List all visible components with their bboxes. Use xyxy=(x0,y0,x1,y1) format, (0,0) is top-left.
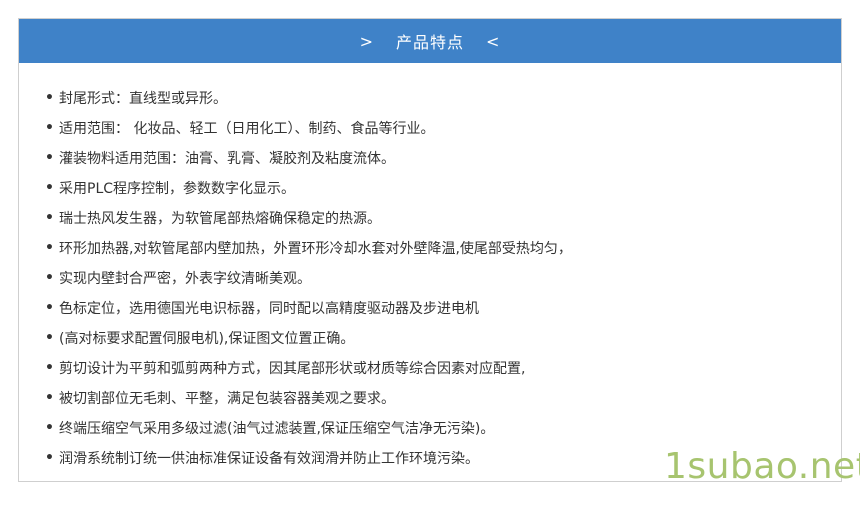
bullet-mark: • xyxy=(45,330,54,346)
feature-text: 灌装物料适用范围：油膏、乳膏、凝胶剂及粘度流体。 xyxy=(59,151,395,167)
feature-item: • 瑞士热风发生器，为软管尾部热熔确保稳定的热源。 xyxy=(45,203,572,233)
bullet-mark: • xyxy=(45,390,54,406)
bullet-mark: • xyxy=(45,270,54,286)
feature-item: • 灌装物料适用范围：油膏、乳膏、凝胶剂及粘度流体。 xyxy=(45,143,572,173)
feature-text: 剪切设计为平剪和弧剪两种方式，因其尾部形状或材质等综合因素对应配置, xyxy=(59,361,526,377)
feature-text: 色标定位，选用德国光电识标器，同时配以高精度驱动器及步进电机 xyxy=(59,301,479,317)
bullet-mark: • xyxy=(45,240,54,256)
bullet-mark: • xyxy=(45,150,54,166)
bullet-mark: • xyxy=(45,90,54,106)
header-left-arrow: > xyxy=(359,31,374,51)
bullet-mark: • xyxy=(45,360,54,376)
site-watermark: 1subao.net xyxy=(664,446,860,487)
product-features-panel: > 产品特点 < • 封尾形式：直线型或异形。 • 适用范围： 化妆品、轻工（日用化… xyxy=(18,18,842,482)
feature-item: • 环形加热器,对软管尾部内壁加热，外置环形冷却水套对外壁降温,使尾部受热均匀， xyxy=(45,233,572,263)
feature-item: • 适用范围： 化妆品、轻工（日用化工）、制药、食品等行业。 xyxy=(45,113,572,143)
feature-text: 适用范围： 化妆品、轻工（日用化工）、制药、食品等行业。 xyxy=(59,121,435,137)
bullet-mark: • xyxy=(45,300,54,316)
section-header: > 产品特点 < xyxy=(19,19,841,63)
feature-item: • 封尾形式：直线型或异形。 xyxy=(45,83,572,113)
bullet-mark: • xyxy=(45,180,54,196)
feature-text: 环形加热器,对软管尾部内壁加热，外置环形冷却水套对外壁降温,使尾部受热均匀， xyxy=(59,241,572,257)
feature-list: • 封尾形式：直线型或异形。 • 适用范围： 化妆品、轻工（日用化工）、制药、食品等… xyxy=(45,83,572,473)
feature-text: 润滑系统制订统一供油标准保证设备有效润滑并防止工作环境污染。 xyxy=(59,451,479,467)
feature-item: • 剪切设计为平剪和弧剪两种方式，因其尾部形状或材质等综合因素对应配置, xyxy=(45,353,572,383)
bullet-mark: • xyxy=(45,420,54,436)
feature-text: 瑞士热风发生器，为软管尾部热熔确保稳定的热源。 xyxy=(59,211,381,227)
bullet-mark: • xyxy=(45,450,54,466)
feature-item: • 色标定位，选用德国光电识标器，同时配以高精度驱动器及步进电机 xyxy=(45,293,572,323)
feature-item: • 被切割部位无毛刺、平整，满足包装容器美观之要求。 xyxy=(45,383,572,413)
bullet-mark: • xyxy=(45,210,54,226)
feature-item: • 采用PLC程序控制，参数数字化显示。 xyxy=(45,173,572,203)
feature-text: 采用PLC程序控制，参数数字化显示。 xyxy=(59,181,296,197)
feature-text: 封尾形式：直线型或异形。 xyxy=(59,91,227,107)
feature-item: • 润滑系统制订统一供油标准保证设备有效润滑并防止工作环境污染。 xyxy=(45,443,572,473)
feature-text: 终端压缩空气采用多级过滤(油气过滤装置,保证压缩空气洁净无污染)。 xyxy=(59,421,495,437)
feature-text: (高对标要求配置伺服电机),保证图文位置正确。 xyxy=(59,331,355,347)
feature-text: 实现内壁封合严密，外表字纹清晰美观。 xyxy=(59,271,311,287)
bullet-mark: • xyxy=(45,120,54,136)
feature-item: • 终端压缩空气采用多级过滤(油气过滤装置,保证压缩空气洁净无污染)。 xyxy=(45,413,572,443)
feature-text: 被切割部位无毛刺、平整，满足包装容器美观之要求。 xyxy=(59,391,395,407)
section-title: 产品特点 xyxy=(395,33,464,52)
feature-item: • (高对标要求配置伺服电机),保证图文位置正确。 xyxy=(45,323,572,353)
feature-item: • 实现内壁封合严密，外表字纹清晰美观。 xyxy=(45,263,572,293)
header-right-arrow: < xyxy=(486,31,501,51)
